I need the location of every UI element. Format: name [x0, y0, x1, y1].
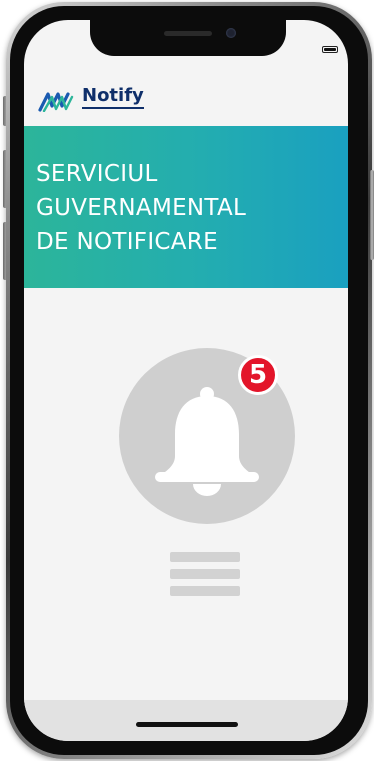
battery-level — [324, 48, 336, 51]
battery-icon — [322, 46, 338, 53]
device-stage: Notify SERVICIUL GUVERNAMENTAL DE NOTIFI… — [0, 0, 374, 761]
notification-count-badge: 5 — [238, 355, 278, 395]
phone-bezel: Notify SERVICIUL GUVERNAMENTAL DE NOTIFI… — [10, 6, 368, 755]
power-button — [370, 170, 374, 260]
banner-title-line-3: DE NOTIFICARE — [36, 229, 218, 255]
banner-title-line-2: GUVERNAMENTAL — [36, 195, 247, 221]
phone-frame: Notify SERVICIUL GUVERNAMENTAL DE NOTIFI… — [6, 2, 372, 759]
banner-title-line-1: SERVICIUL — [36, 161, 158, 187]
menu-line-icon — [170, 552, 240, 562]
phone-screen: Notify SERVICIUL GUVERNAMENTAL DE NOTIFI… — [24, 20, 348, 741]
notification-illustration: 5 — [24, 288, 348, 700]
speaker-grille — [164, 31, 212, 36]
notch — [90, 20, 286, 56]
notify-logo-icon — [38, 92, 74, 112]
app-logo[interactable]: Notify — [38, 86, 168, 116]
home-indicator[interactable] — [136, 722, 238, 727]
menu-line-icon — [170, 569, 240, 579]
hero-banner: SERVICIUL GUVERNAMENTAL DE NOTIFICARE — [24, 126, 348, 288]
logo-wordmark: Notify — [82, 86, 144, 109]
menu-line-icon — [170, 586, 240, 596]
bottom-bar — [24, 700, 348, 741]
front-camera-icon — [226, 28, 236, 38]
